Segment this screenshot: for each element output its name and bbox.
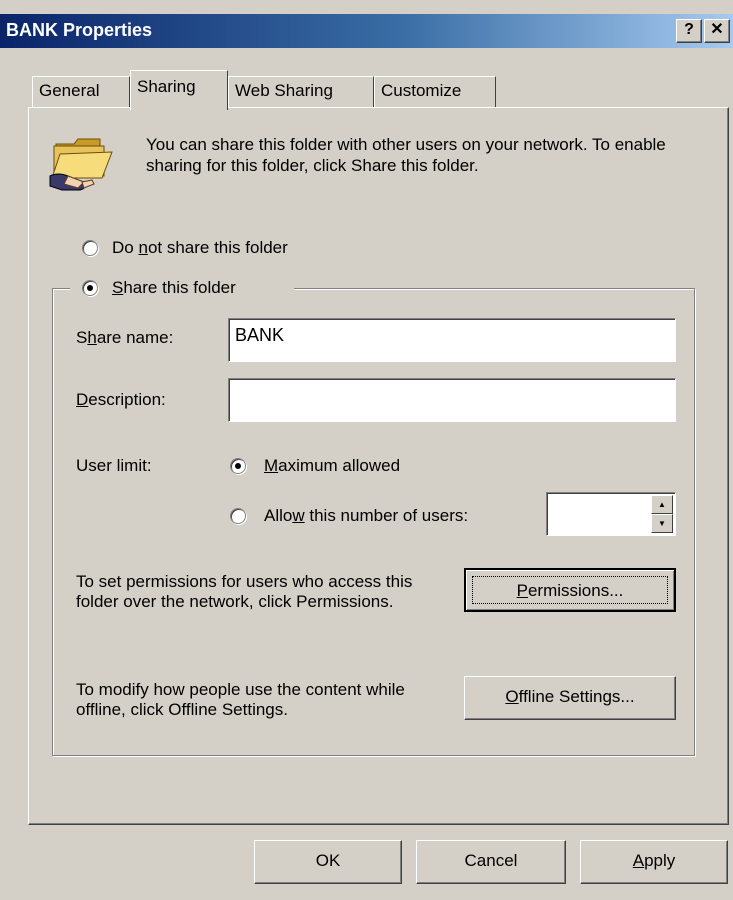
- accelerator-key: n: [138, 238, 148, 257]
- label-text: ermissions...: [527, 581, 624, 600]
- tab-sharing[interactable]: Sharing: [130, 70, 228, 110]
- label-text: ffline Settings...: [518, 687, 635, 706]
- help-icon: ?: [684, 21, 694, 38]
- maximum-allowed-label[interactable]: Maximum allowed: [264, 456, 400, 476]
- accelerator-key: O: [505, 687, 519, 706]
- do-not-share-radio[interactable]: [82, 240, 98, 256]
- tab-label: Customize: [381, 81, 462, 100]
- label-text: are name:: [96, 328, 174, 347]
- label-text: Allo: [264, 506, 293, 525]
- accelerator-key: M: [264, 456, 279, 475]
- help-button[interactable]: ?: [676, 19, 702, 43]
- ok-button[interactable]: OK: [254, 840, 402, 884]
- accelerator-key: h: [87, 328, 97, 347]
- permissions-button[interactable]: Permissions...: [464, 568, 676, 612]
- share-name-label: Share name:: [76, 328, 173, 348]
- label-text: escription:: [88, 390, 166, 409]
- spin-down-button[interactable]: ▼: [651, 514, 673, 533]
- tab-label: General: [39, 81, 100, 100]
- offline-description: To modify how people use the content whi…: [76, 680, 405, 719]
- user-limit-label: User limit:: [76, 456, 152, 475]
- label-text: ot share this folder: [147, 238, 288, 257]
- maximum-allowed-radio[interactable]: [230, 458, 246, 474]
- cancel-button[interactable]: Cancel: [416, 840, 566, 884]
- accelerator-key: S: [112, 278, 124, 297]
- focus-rect: Permissions...: [472, 576, 668, 604]
- window-title: BANK Properties: [6, 20, 153, 40]
- radio-selected-dot: [87, 285, 93, 291]
- arrow-up-icon: ▲: [658, 500, 666, 509]
- spin-up-button[interactable]: ▲: [651, 495, 673, 514]
- accelerator-key: A: [632, 851, 645, 870]
- accelerator-key: P: [516, 581, 528, 600]
- offline-settings-button[interactable]: Offline Settings...: [464, 676, 676, 720]
- label-text: aximum allowed: [278, 456, 401, 475]
- label-text: S: [76, 328, 88, 347]
- label-text: Do: [112, 238, 139, 257]
- radio-selected-dot: [235, 463, 241, 469]
- label-text: pply: [644, 851, 676, 870]
- share-this-folder-label[interactable]: Share this folder: [112, 278, 236, 298]
- share-name-input[interactable]: BANK: [228, 318, 676, 362]
- sharing-intro-text: You can share this folder with other use…: [146, 135, 666, 175]
- close-icon: ✕: [710, 21, 724, 38]
- allow-number-radio[interactable]: [230, 508, 246, 524]
- label-text: this number of users:: [304, 506, 469, 525]
- tab-label: Sharing: [137, 77, 196, 96]
- accelerator-key: D: [76, 390, 89, 409]
- shared-folder-icon: [49, 138, 113, 191]
- label-text: hare this folder: [123, 278, 236, 297]
- tab-general[interactable]: General: [32, 76, 130, 108]
- tab-label: Web Sharing: [235, 81, 333, 100]
- permissions-description: To set permissions for users who access …: [76, 572, 413, 611]
- title-bar[interactable]: BANK Properties ? ✕: [0, 14, 733, 48]
- description-input[interactable]: [228, 378, 676, 422]
- share-this-folder-radio[interactable]: [82, 280, 98, 296]
- close-button[interactable]: ✕: [704, 19, 730, 43]
- properties-dialog: BANK Properties ? ✕ General Sharing Web …: [0, 0, 733, 900]
- apply-button[interactable]: Apply: [580, 840, 728, 884]
- accelerator-key: w: [292, 506, 305, 525]
- tab-customize[interactable]: Customize: [374, 76, 496, 108]
- allow-number-label[interactable]: Allow this number of users:: [264, 506, 468, 526]
- user-count-spinner[interactable]: ▲ ▼: [546, 492, 676, 536]
- tab-web-sharing[interactable]: Web Sharing: [228, 76, 374, 108]
- do-not-share-label[interactable]: Do not share this folder: [112, 238, 288, 258]
- description-label: Description:: [76, 390, 166, 410]
- arrow-down-icon: ▼: [658, 519, 666, 528]
